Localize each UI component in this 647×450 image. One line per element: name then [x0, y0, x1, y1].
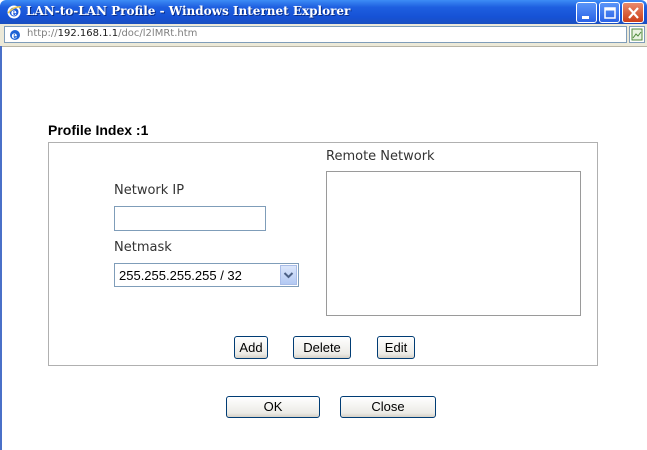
- page-icon[interactable]: [629, 26, 645, 43]
- remote-network-label: Remote Network: [326, 149, 435, 164]
- network-ip-input[interactable]: [114, 206, 266, 231]
- profile-index-label: Profile Index :1: [48, 122, 149, 138]
- dropdown-arrow-icon[interactable]: [280, 265, 297, 285]
- network-ip-label: Network IP: [114, 183, 185, 198]
- close-icon: [628, 7, 639, 19]
- ie-page-icon: e: [10, 30, 20, 42]
- address-url: http://192.168.1.1/doc/l2lMRt.htm: [27, 28, 198, 39]
- ok-button[interactable]: OK: [226, 396, 320, 418]
- close-button[interactable]: Close: [340, 396, 436, 418]
- address-bar: e http://192.168.1.1/doc/l2lMRt.htm: [0, 24, 647, 47]
- minimize-button[interactable]: [576, 2, 597, 23]
- window-border: [0, 46, 2, 450]
- delete-button[interactable]: Delete: [293, 336, 351, 359]
- add-button[interactable]: Add: [234, 336, 268, 359]
- netmask-label: Netmask: [114, 240, 172, 255]
- address-field[interactable]: e http://192.168.1.1/doc/l2lMRt.htm: [4, 26, 627, 43]
- close-window-button[interactable]: [622, 2, 644, 23]
- edit-button[interactable]: Edit: [377, 336, 415, 359]
- maximize-icon: [604, 7, 616, 19]
- svg-text:e: e: [12, 32, 18, 42]
- remote-network-list[interactable]: [326, 171, 581, 316]
- window-title: LAN-to-LAN Profile - Windows Internet Ex…: [26, 4, 351, 18]
- title-bar: e LAN-to-LAN Profile - Windows Internet …: [0, 0, 647, 24]
- minimize-icon: [582, 16, 589, 19]
- svg-text:e: e: [11, 9, 17, 19]
- ie-logo-icon: e: [7, 5, 22, 19]
- maximize-button[interactable]: [599, 2, 620, 23]
- netmask-selected-value: 255.255.255.255 / 32: [119, 268, 242, 283]
- netmask-select[interactable]: 255.255.255.255 / 32: [114, 263, 299, 287]
